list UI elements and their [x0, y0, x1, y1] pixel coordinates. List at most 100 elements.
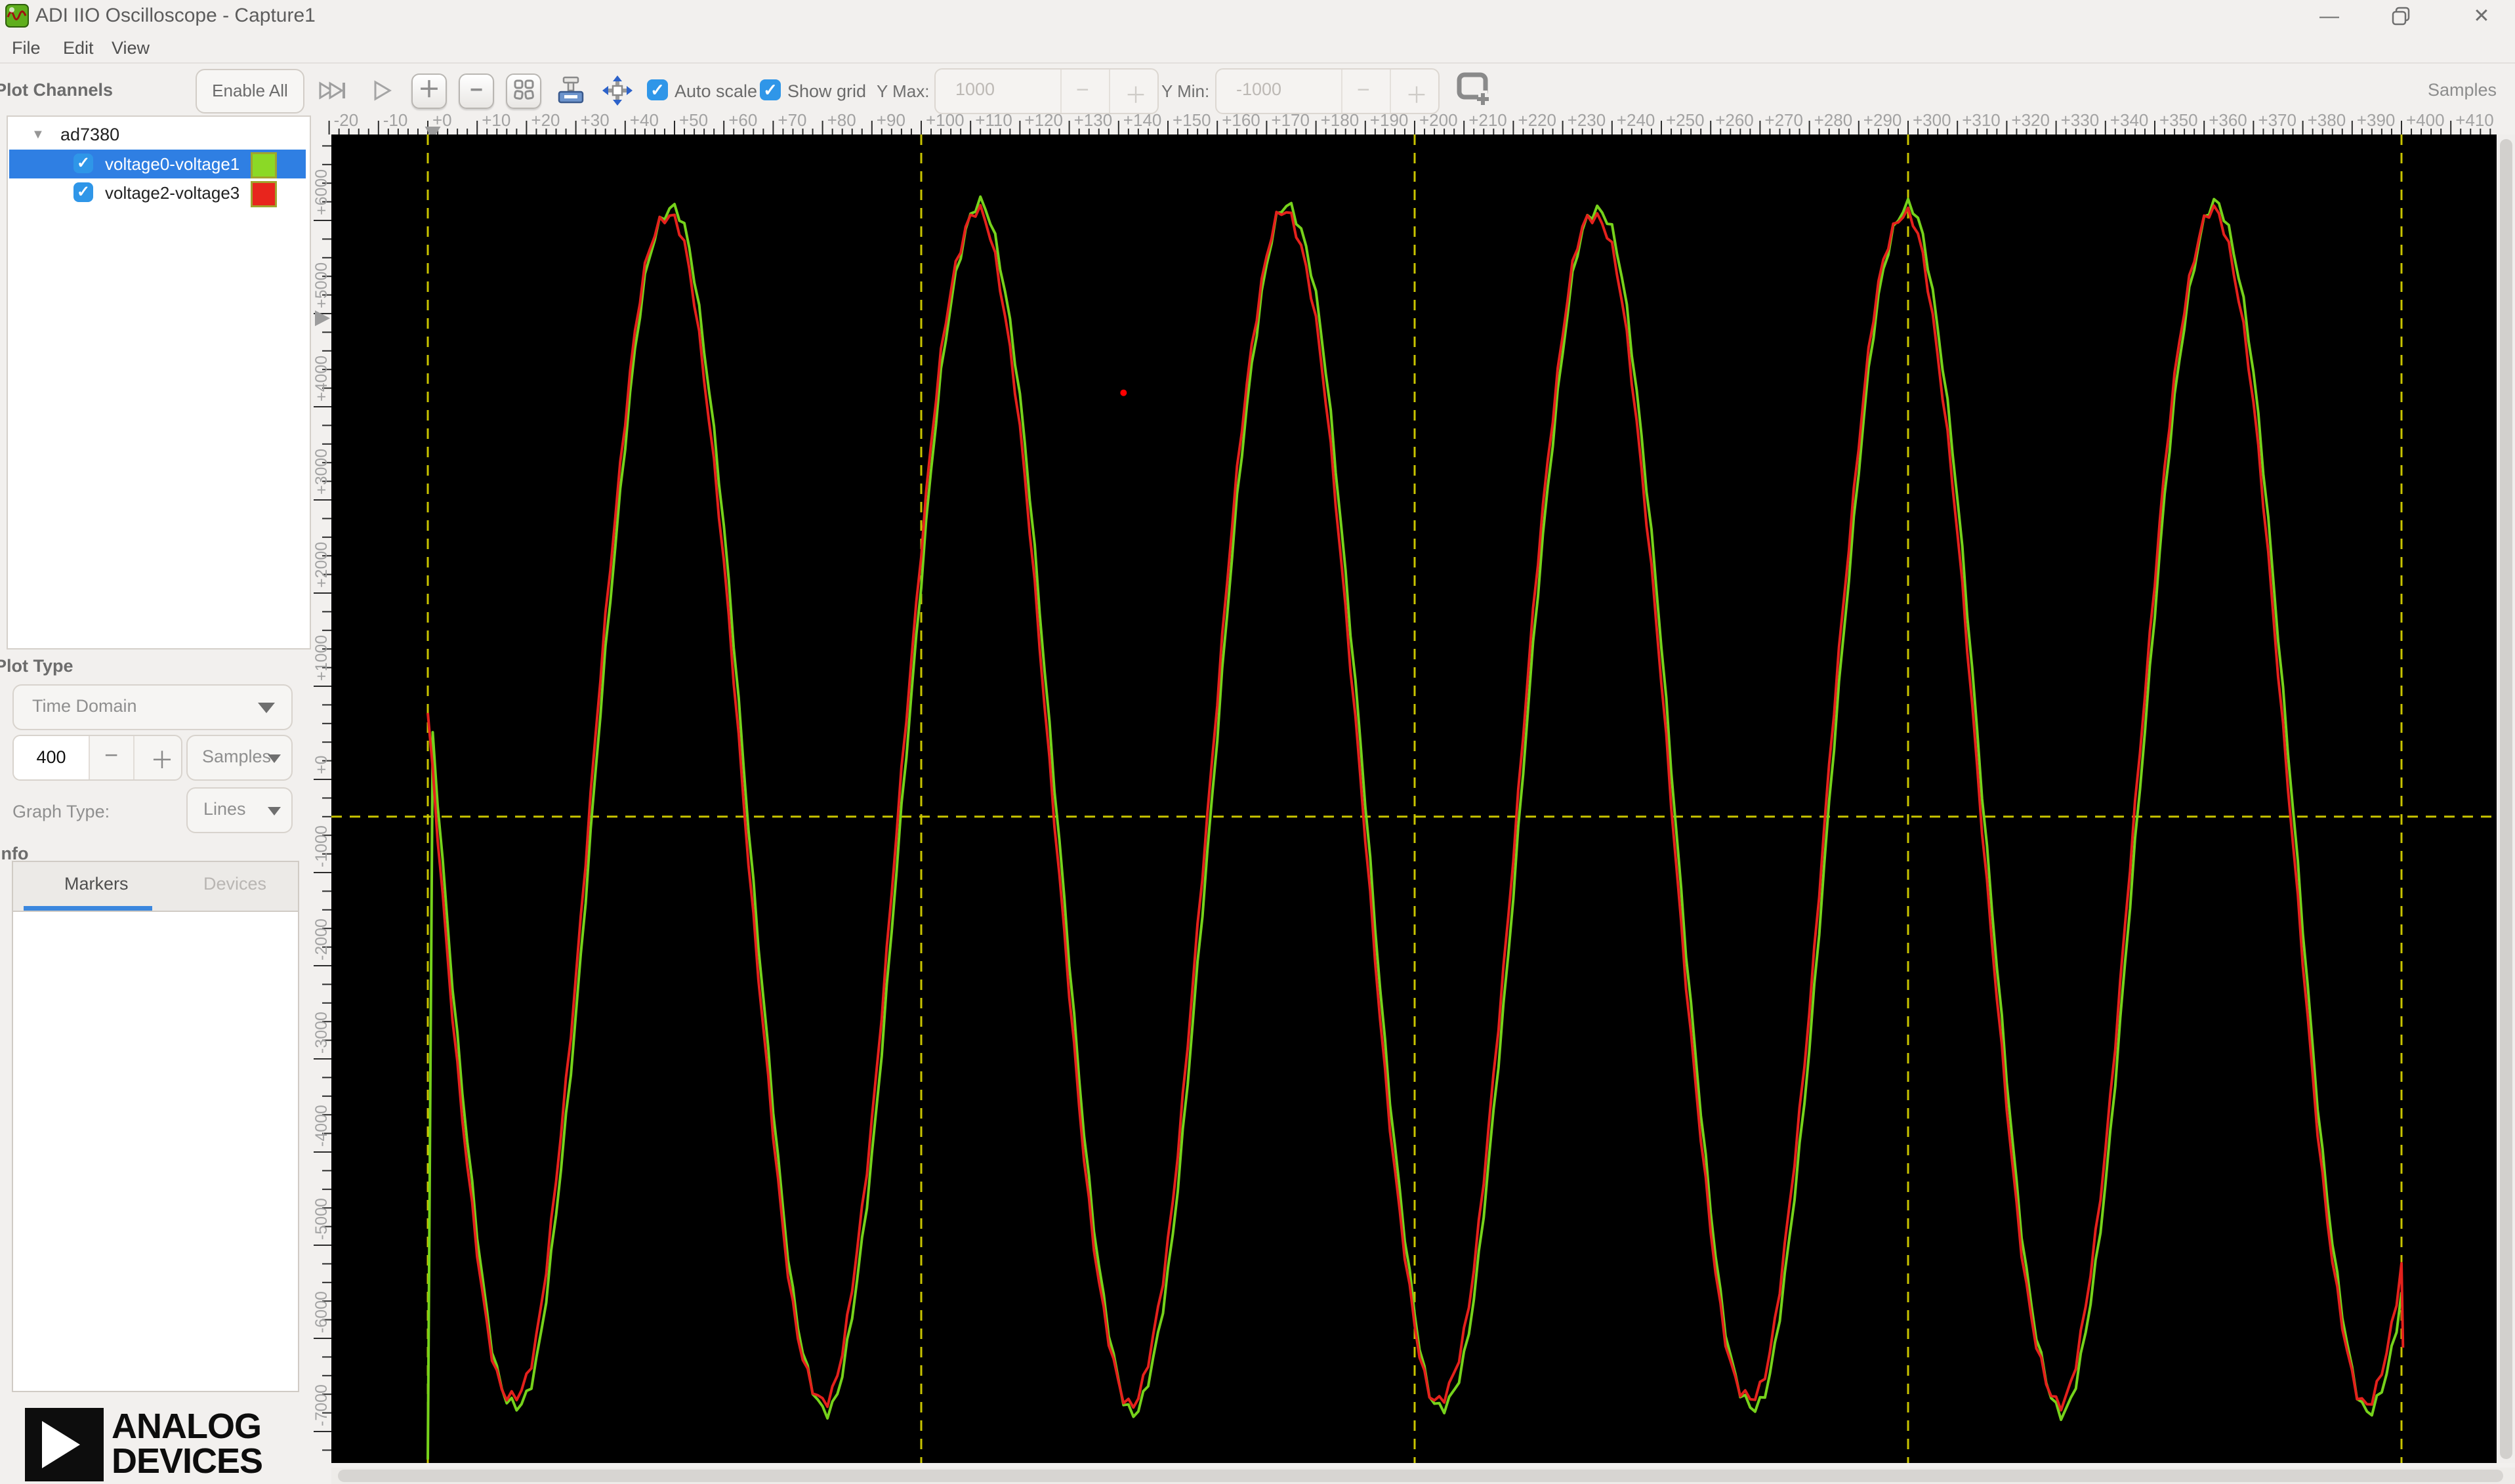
auto-scale-label: Auto scale — [675, 81, 758, 101]
channel-row[interactable]: ✓ voltage2-voltage3 — [9, 178, 306, 207]
x-axis-unit-label: Samples — [2427, 80, 2497, 100]
chevron-down-icon — [268, 807, 281, 815]
info-tabs: Markers Devices — [12, 861, 299, 913]
y-min-label: Y Min: — [1161, 81, 1210, 101]
svg-text:-5000: -5000 — [312, 1198, 331, 1240]
y-min-value: -1000 — [1236, 79, 1282, 99]
svg-text:-2000: -2000 — [312, 918, 331, 960]
svg-text:+250: +250 — [1666, 110, 1705, 130]
menu-separator — [0, 62, 2515, 64]
vertical-scrollbar-thumb[interactable] — [2500, 139, 2512, 1459]
restore-button[interactable] — [2392, 7, 2411, 26]
device-name: ad7380 — [60, 125, 120, 144]
svg-text:+280: +280 — [1814, 110, 1853, 130]
count-unit-dropdown[interactable]: Samples — [186, 735, 293, 781]
svg-text:+320: +320 — [2011, 110, 2050, 130]
horizontal-scrollbar-thumb[interactable] — [338, 1470, 2503, 1482]
tab-devices[interactable]: Devices — [203, 874, 266, 894]
svg-text:+220: +220 — [1518, 110, 1556, 130]
svg-text:+50: +50 — [679, 110, 708, 130]
svg-text:+290: +290 — [1863, 110, 1902, 130]
logo-line2: DEVICES — [112, 1441, 263, 1481]
svg-text:-6000: -6000 — [312, 1291, 331, 1333]
svg-text:-10: -10 — [383, 110, 408, 130]
window-title: ADI IIO Oscilloscope - Capture1 — [35, 5, 316, 26]
chevron-down-icon — [268, 754, 281, 763]
channel-color-swatch[interactable] — [251, 181, 277, 207]
chevron-down-icon — [258, 703, 275, 713]
pan-move-icon[interactable] — [602, 75, 633, 106]
svg-text:+390: +390 — [2357, 110, 2396, 130]
new-plot-icon[interactable] — [1454, 68, 1495, 109]
zoom-in-button[interactable]: ＋ — [411, 73, 447, 109]
skip-capture-icon[interactable] — [317, 75, 348, 106]
domain-dropdown[interactable]: Time Domain — [12, 684, 293, 730]
domain-value: Time Domain — [32, 696, 137, 716]
zoom-out-button[interactable]: − — [459, 73, 494, 109]
svg-text:+70: +70 — [778, 110, 806, 130]
svg-text:+160: +160 — [1222, 110, 1260, 130]
close-button[interactable]: ✕ — [2462, 7, 2501, 26]
svg-text:+110: +110 — [975, 110, 1012, 130]
svg-text:-1000: -1000 — [312, 825, 331, 867]
graph-type-label: Graph Type: — [12, 802, 110, 821]
play-icon[interactable] — [366, 75, 398, 106]
svg-text:+310: +310 — [1962, 110, 2001, 130]
info-content-panel — [12, 911, 299, 1392]
tile-windows-icon — [514, 79, 534, 100]
svg-text:+350: +350 — [2159, 110, 2198, 130]
tab-markers[interactable]: Markers — [64, 874, 129, 894]
svg-text:+1000: +1000 — [312, 635, 331, 681]
svg-text:+5000: +5000 — [312, 262, 331, 308]
menu-view[interactable]: View — [112, 38, 150, 58]
sample-count-decrement[interactable]: − — [104, 741, 118, 769]
tree-expander-icon[interactable]: ▼ — [31, 127, 45, 142]
svg-text:+80: +80 — [827, 110, 856, 130]
channel-row[interactable]: ✓ voltage0-voltage1 — [9, 150, 306, 178]
show-grid-checkbox[interactable]: ✓ — [760, 79, 781, 100]
channel-label: voltage0-voltage1 — [105, 154, 240, 174]
tile-windows-button[interactable] — [506, 73, 541, 109]
title-bar: ADI IIO Oscilloscope - Capture1 — ✕ — [0, 0, 2515, 30]
enable-all-button[interactable]: Enable All — [196, 69, 304, 113]
channel-checkbox[interactable]: ✓ — [73, 154, 93, 173]
svg-text:+20: +20 — [531, 110, 560, 130]
svg-text:+370: +370 — [2258, 110, 2297, 130]
y-max-label: Y Max: — [877, 81, 930, 101]
plot-type-header: Plot Type — [0, 656, 73, 676]
sample-count-increment[interactable]: ＋ — [150, 741, 174, 775]
analog-devices-logo-icon — [25, 1408, 104, 1481]
svg-text:+30: +30 — [581, 110, 610, 130]
minimize-button[interactable]: — — [2310, 7, 2349, 26]
sample-count-spinner[interactable]: 400 − ＋ — [12, 735, 182, 781]
svg-text:+380: +380 — [2308, 110, 2346, 130]
auto-scale-checkbox[interactable]: ✓ — [647, 79, 668, 100]
save-plot-icon[interactable] — [554, 75, 586, 106]
menu-file[interactable]: File — [12, 38, 41, 58]
app-window: ADI IIO Oscilloscope - Capture1 — ✕ File… — [0, 0, 2515, 1484]
graph-type-dropdown[interactable]: Lines — [186, 787, 293, 833]
logo-line1: ANALOG — [112, 1407, 262, 1446]
horizontal-scrollbar[interactable] — [331, 1468, 2515, 1484]
menu-edit[interactable]: Edit — [63, 38, 94, 58]
svg-text:-4000: -4000 — [312, 1105, 331, 1147]
channel-checkbox[interactable]: ✓ — [73, 182, 93, 202]
svg-text:+180: +180 — [1321, 110, 1360, 130]
svg-text:+340: +340 — [2110, 110, 2149, 130]
graph-type-value: Lines — [203, 799, 246, 819]
svg-text:-7000: -7000 — [312, 1384, 331, 1426]
y-max-decrement[interactable]: − — [1076, 77, 1089, 103]
channel-color-swatch[interactable] — [251, 152, 277, 178]
svg-text:+130: +130 — [1074, 110, 1113, 130]
plot-channels-header: Plot Channels — [0, 80, 114, 100]
svg-text:+190: +190 — [1370, 110, 1409, 130]
oscilloscope-plot[interactable] — [331, 134, 2497, 1463]
count-unit-value: Samples — [202, 747, 272, 766]
y-axis-ruler[interactable]: +6000 +5000 +4000 +3000 +2000 +1000 +0 -1000 -20… — [308, 134, 331, 1463]
channel-label: voltage2-voltage3 — [105, 183, 240, 203]
y-min-decrement[interactable]: − — [1357, 77, 1370, 103]
svg-text:+10: +10 — [482, 110, 510, 130]
svg-text:+400: +400 — [2406, 110, 2445, 130]
device-tree-row[interactable]: ▼ ad7380 — [8, 121, 310, 150]
vertical-scrollbar[interactable] — [2497, 134, 2515, 1463]
